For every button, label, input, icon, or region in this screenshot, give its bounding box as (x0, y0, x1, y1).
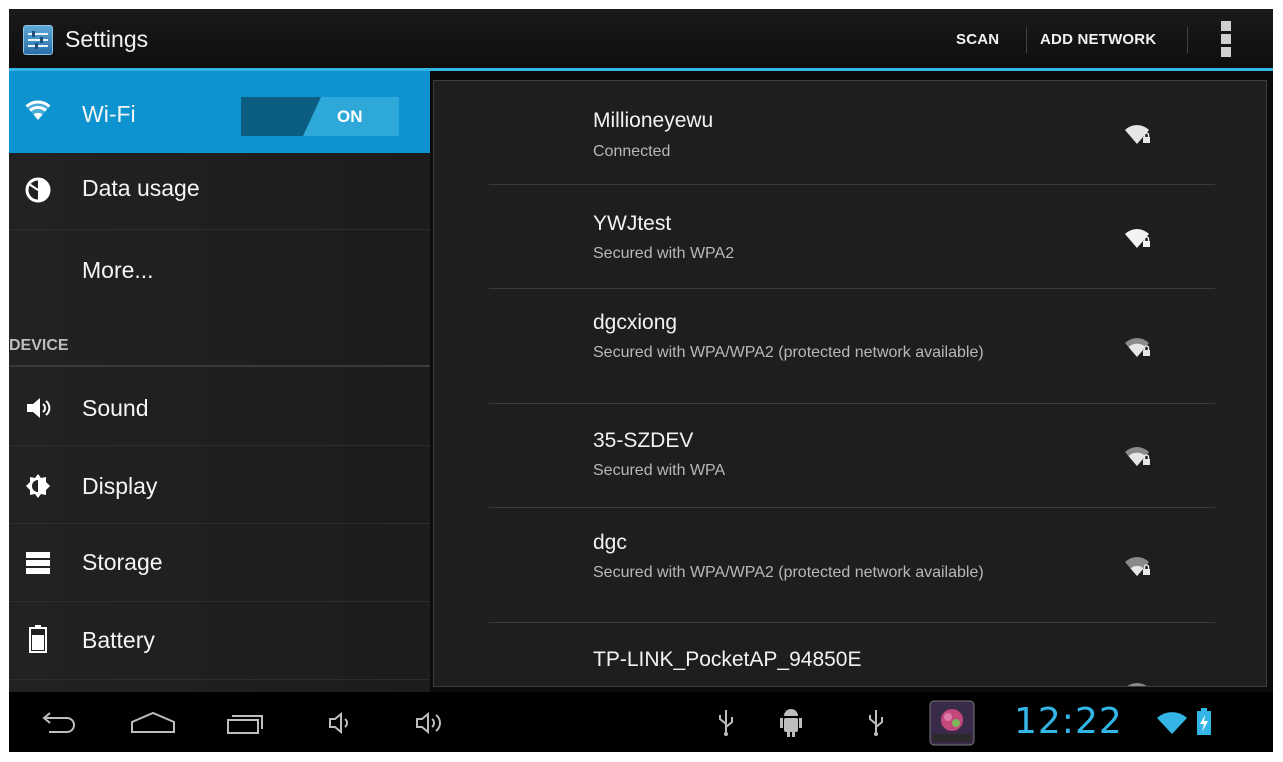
sidebar-item-label: More... (82, 257, 154, 283)
network-name: Millioneyewu (593, 109, 714, 132)
app-notification-icon[interactable] (929, 700, 975, 751)
network-name: TP-LINK_PocketAP_94850E (593, 648, 862, 671)
sidebar-item-sound[interactable]: Sound (9, 369, 430, 446)
network-status: Secured with WPA2 (593, 245, 735, 262)
wifi-status-icon (1155, 710, 1189, 741)
sidebar-item-storage[interactable]: Storage (9, 525, 430, 602)
network-status: Secured with WPA/WPA2 (protected network… (593, 344, 984, 361)
home-icon[interactable] (129, 710, 177, 741)
network-status: Secured with WPA/WPA2 (protected network… (593, 564, 984, 581)
sidebar-item-wifi[interactable]: Wi-Fi ON (9, 71, 430, 153)
data-usage-icon (25, 177, 51, 203)
wifi-signal-locked-icon (1124, 680, 1154, 686)
network-name: dgcxiong (593, 311, 678, 334)
volume-up-icon[interactable] (414, 711, 448, 740)
volume-down-icon[interactable] (327, 711, 355, 740)
sidebar-item-label: Wi-Fi (82, 101, 136, 127)
wifi-signal-locked-icon (1124, 122, 1154, 146)
sidebar-item-label: Data usage (82, 175, 200, 201)
action-bar: Settings SCAN ADD NETWORK (9, 9, 1273, 68)
wifi-icon (25, 99, 51, 125)
battery-charging-icon (1196, 708, 1212, 741)
action-separator (1187, 27, 1188, 53)
network-status: Connected (593, 143, 671, 160)
network-list: Millioneyewu Connected YWJtest Secured w… (433, 80, 1267, 687)
network-row[interactable]: TP-LINK_PocketAP_94850E (489, 623, 1215, 686)
page-title: Settings (65, 26, 149, 52)
network-name: 35-SZDEV (593, 429, 694, 452)
sidebar-item-display[interactable]: Display (9, 447, 430, 524)
toggle-state-label: ON (337, 107, 363, 126)
recent-apps-icon[interactable] (225, 710, 265, 741)
network-row[interactable]: YWJtest Secured with WPA2 (489, 185, 1215, 289)
android-debug-icon (779, 706, 803, 743)
sidebar-item-label: Display (82, 473, 158, 499)
usb-icon (716, 708, 736, 741)
clock-display[interactable]: 12:22 (1014, 701, 1123, 742)
sidebar-item-battery[interactable]: Battery (9, 603, 430, 680)
wifi-signal-locked-icon (1124, 444, 1154, 468)
tablet-screen: Settings SCAN ADD NETWORK Wi-Fi ON Data … (9, 9, 1273, 752)
add-network-button[interactable]: ADD NETWORK (1040, 31, 1156, 48)
settings-app-icon[interactable] (23, 25, 53, 55)
sidebar-item-label: Storage (82, 549, 163, 575)
system-navigation-bar: 12:22 (9, 692, 1273, 752)
network-status: Secured with WPA (593, 462, 726, 479)
storage-icon (25, 551, 51, 577)
network-name: YWJtest (593, 212, 672, 235)
overflow-menu-icon[interactable] (1221, 21, 1231, 57)
scan-button[interactable]: SCAN (956, 31, 999, 48)
sidebar-item-data-usage[interactable]: Data usage (9, 153, 430, 230)
display-icon (25, 473, 51, 499)
sidebar-item-more[interactable]: More... (9, 230, 430, 315)
action-separator (1026, 27, 1027, 53)
network-row[interactable]: dgcxiong Secured with WPA/WPA2 (protecte… (489, 289, 1215, 404)
usb-icon (866, 708, 886, 741)
battery-icon (29, 625, 55, 653)
wifi-toggle-switch[interactable]: ON (241, 97, 399, 136)
network-row[interactable]: dgc Secured with WPA/WPA2 (protected net… (489, 508, 1215, 623)
settings-sidebar: Wi-Fi ON Data usage More... DEVICE Sound… (9, 71, 430, 692)
back-icon[interactable] (37, 710, 77, 741)
sidebar-item-label: Battery (82, 627, 155, 653)
wifi-signal-locked-icon (1124, 554, 1154, 578)
wifi-signal-locked-icon (1124, 226, 1154, 250)
network-row[interactable]: 35-SZDEV Secured with WPA (489, 404, 1215, 508)
section-header-device: DEVICE (9, 315, 430, 367)
sidebar-item-label: Sound (82, 395, 149, 421)
wifi-network-pane: Millioneyewu Connected YWJtest Secured w… (430, 71, 1273, 692)
wifi-signal-locked-icon (1124, 335, 1154, 359)
network-row[interactable]: Millioneyewu Connected (489, 81, 1215, 185)
network-name: dgc (593, 531, 627, 554)
sound-icon (25, 395, 51, 421)
